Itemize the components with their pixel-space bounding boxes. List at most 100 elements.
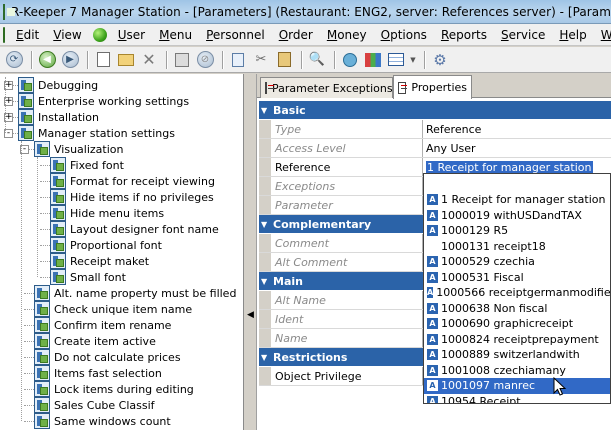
- dropdown-option[interactable]: A 1001097 manrec: [424, 377, 610, 394]
- tab-label: Properties: [411, 81, 467, 94]
- tree-item[interactable]: Manager station settings: [18, 125, 175, 141]
- dropdown-option[interactable]: A 1000129 R5: [424, 223, 610, 239]
- open-folder-icon[interactable]: [116, 50, 136, 70]
- tree-item[interactable]: Confirm item rename: [34, 317, 171, 333]
- property-value[interactable]: Reference: [423, 120, 611, 138]
- dropdown-option[interactable]: A 1000531 Fiscal: [424, 269, 610, 285]
- menu-window[interactable]: Window: [594, 28, 611, 42]
- menu-edit[interactable]: Edit: [9, 28, 46, 42]
- panel-splitter[interactable]: ◀: [244, 74, 257, 430]
- tree-item[interactable]: Proportional font: [50, 237, 162, 253]
- tree-item[interactable]: Receipt maket: [50, 253, 149, 269]
- reference-item-icon: A: [427, 395, 438, 403]
- tree-item[interactable]: Installation: [18, 109, 99, 125]
- cut-icon[interactable]: ✂: [251, 50, 271, 70]
- tree-item[interactable]: Same windows count: [34, 413, 171, 429]
- dropdown-option[interactable]: 1000131 receipt18: [424, 238, 610, 254]
- menu-order[interactable]: Order: [272, 28, 320, 42]
- reference-dropdown-list[interactable]: A1 Receipt for manager station A 1000019 w…: [423, 173, 611, 404]
- dropdown-option[interactable]: A1 Receipt for manager station: [424, 192, 610, 208]
- tree-item[interactable]: Sales Cube Classif: [34, 397, 155, 413]
- save-icon[interactable]: [172, 50, 192, 70]
- back-icon[interactable]: ◀: [37, 50, 57, 70]
- chevron-down-icon[interactable]: ▼: [409, 50, 417, 70]
- tree-item[interactable]: Enterprise working settings: [18, 93, 189, 109]
- dropdown-option[interactable]: A 1000019 withUSDandTAX: [424, 207, 610, 223]
- dropdown-option[interactable]: A 1000889 switzerlandwith: [424, 347, 610, 363]
- status-indicator-icon[interactable]: [92, 27, 107, 42]
- tree-item[interactable]: Check unique item name: [34, 301, 192, 317]
- property-value[interactable]: Any User: [423, 139, 611, 157]
- tree-connector: [21, 141, 22, 421]
- dropdown-option[interactable]: A 1000529 czechia: [424, 254, 610, 270]
- title-bar[interactable]: R-Keeper 7 Manager Station - [Parameters…: [0, 0, 611, 24]
- dropdown-option[interactable]: [424, 176, 610, 192]
- tree-item[interactable]: Do not calculate prices: [34, 349, 181, 365]
- settings-icon[interactable]: ⚙: [430, 50, 450, 70]
- menu-menu[interactable]: Menu: [152, 28, 199, 42]
- tree-item[interactable]: Lock items during editing: [34, 381, 194, 397]
- section-header-basic[interactable]: ▼ Basic: [259, 101, 611, 119]
- parameter-node-icon: [34, 285, 50, 301]
- tree-item[interactable]: Layout designer font name: [50, 221, 219, 237]
- reference-item-icon: A: [427, 302, 438, 314]
- menu-view[interactable]: View: [46, 28, 88, 42]
- tree-connector: [40, 181, 50, 182]
- menu-user[interactable]: User: [111, 28, 152, 42]
- collapse-section-icon[interactable]: ▼: [261, 106, 273, 115]
- app-window: R-Keeper 7 Manager Station - [Parameters…: [0, 0, 611, 430]
- copy-icon[interactable]: [228, 50, 248, 70]
- tree-item[interactable]: Alt. name property must be filled: [34, 285, 236, 301]
- tree-item[interactable]: Small font: [50, 269, 126, 285]
- refresh-icon[interactable]: ⟳: [4, 50, 24, 70]
- tree-item[interactable]: Hide items if no privileges: [50, 189, 214, 205]
- parameter-node-icon: [50, 157, 66, 173]
- tree-item[interactable]: Hide menu items: [50, 205, 164, 221]
- new-icon[interactable]: [93, 50, 113, 70]
- dropdown-option[interactable]: A 1000566 receiptgermanmodifiers: [424, 285, 610, 301]
- reference-item-icon: A: [427, 333, 438, 345]
- property-row[interactable]: Access Level Any User: [259, 139, 611, 158]
- dropdown-option[interactable]: A 1001008 czechiamany: [424, 362, 610, 378]
- collapse-section-icon[interactable]: ▼: [261, 277, 273, 286]
- dropdown-option[interactable]: A 1000824 receiptprepayment: [424, 331, 610, 347]
- forward-icon[interactable]: ▶: [60, 50, 80, 70]
- tab-parameter-exceptions[interactable]: Parameter Exceptions: [260, 77, 393, 98]
- dropdown-option[interactable]: A 1000690 graphicreceipt: [424, 316, 610, 332]
- tree-item[interactable]: Fixed font: [50, 157, 124, 173]
- tree-item[interactable]: Debugging: [18, 77, 98, 93]
- menu-personnel[interactable]: Personnel: [199, 28, 272, 42]
- menu-reports[interactable]: Reports: [434, 28, 494, 42]
- tree-item[interactable]: Items fast selection: [34, 365, 162, 381]
- dropdown-option-label: 1001097 manrec: [441, 379, 536, 392]
- collapse-section-icon[interactable]: ▼: [261, 353, 273, 362]
- reference-item-icon: A: [427, 271, 438, 283]
- dropdown-option[interactable]: A 1000638 Non fiscal: [424, 300, 610, 316]
- dropdown-option[interactable]: A 10954 Receipt: [424, 393, 610, 403]
- tree-item-label: Debugging: [38, 78, 99, 92]
- tree-item-label: Check unique item name: [54, 302, 193, 316]
- color-icon[interactable]: [363, 50, 383, 70]
- cancel-icon[interactable]: ⊘: [195, 50, 215, 70]
- tree-item[interactable]: Format for receipt viewing: [50, 173, 215, 189]
- search-icon[interactable]: 🔍: [307, 50, 327, 70]
- menu-options[interactable]: Options: [374, 28, 434, 42]
- filter-icon[interactable]: [340, 50, 360, 70]
- tab-properties[interactable]: Properties: [393, 75, 472, 99]
- grid-icon[interactable]: [386, 50, 406, 70]
- paste-icon[interactable]: [274, 50, 294, 70]
- tree-item[interactable]: Create item active: [34, 333, 156, 349]
- property-row[interactable]: Type Reference: [259, 120, 611, 139]
- system-menu-icon[interactable]: [3, 26, 5, 43]
- reference-item-icon: A: [427, 364, 438, 376]
- delete-icon[interactable]: ✕: [139, 50, 159, 70]
- tree-item-label: Manager station settings: [38, 126, 175, 140]
- collapse-left-icon[interactable]: ◀: [247, 310, 254, 320]
- property-name: Type: [271, 120, 423, 138]
- collapse-section-icon[interactable]: ▼: [261, 220, 273, 229]
- menu-money[interactable]: Money: [320, 28, 374, 42]
- tree-item[interactable]: Visualization: [34, 141, 123, 157]
- menu-service[interactable]: Service: [494, 28, 552, 42]
- menu-help[interactable]: Help: [552, 28, 593, 42]
- parameters-tree[interactable]: Debugging + Enterprise working settings + In…: [0, 74, 244, 430]
